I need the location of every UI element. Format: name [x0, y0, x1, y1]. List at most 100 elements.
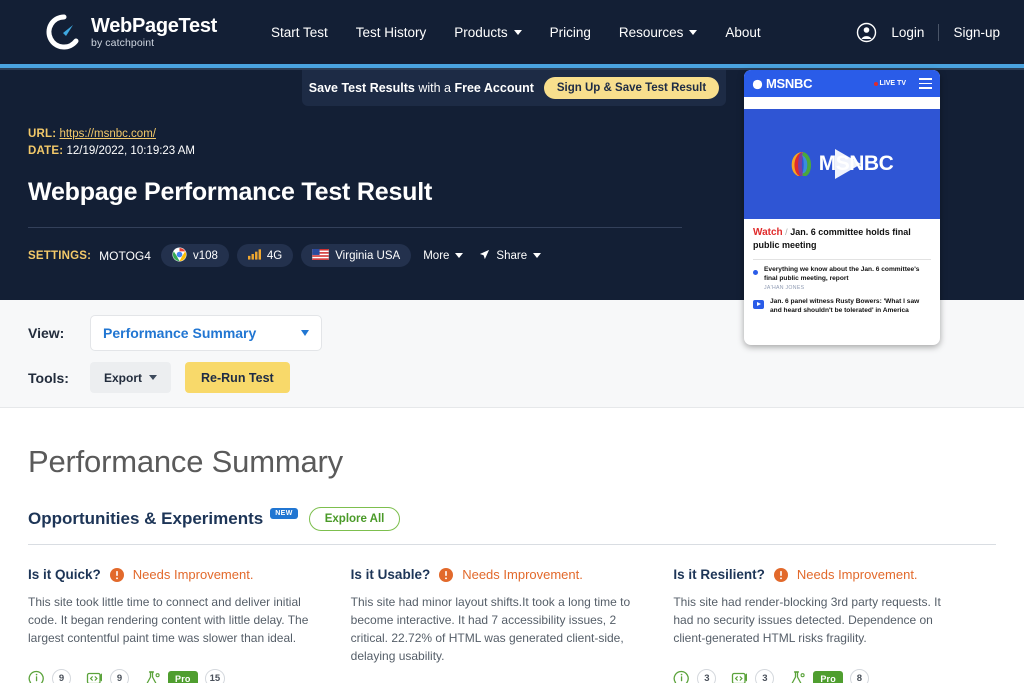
logo-title: WebPageTest [91, 14, 217, 37]
chevron-down-icon [149, 375, 158, 380]
chevron-down-icon [513, 29, 522, 35]
thumbnail-site-header: MSNBC LIVE TV [744, 70, 940, 97]
performance-summary-heading: Performance Summary [28, 444, 343, 479]
card-description: This site had render-blocking 3rd party … [673, 595, 941, 645]
media-count: 9 [110, 669, 129, 683]
new-badge: NEW [270, 507, 298, 519]
tools-label: Tools: [28, 369, 69, 386]
share-label: Share [496, 249, 528, 262]
card-metrics-row: 3 3 Pro 8 [673, 669, 958, 683]
experiments-count: 15 [204, 669, 226, 683]
nav-label: Pricing [549, 24, 591, 40]
info-icon[interactable] [673, 670, 690, 683]
code-media-icon[interactable] [86, 670, 103, 683]
settings-share-button[interactable]: Share [475, 244, 545, 267]
explore-all-button[interactable]: Explore All [308, 507, 401, 531]
list-item-title: Jan. 6 panel witness Rusty Bowers: 'What… [770, 298, 920, 314]
view-label: View: [28, 325, 65, 341]
info-count: 3 [697, 669, 717, 683]
chevron-down-icon [455, 253, 464, 258]
more-label: More [423, 249, 450, 262]
signup-link[interactable]: Sign-up [953, 25, 1000, 40]
location-label: Virginia USA [335, 249, 401, 262]
banner-bold-2: Free Account [454, 81, 534, 95]
nav-item-pricing[interactable]: Pricing [550, 25, 591, 40]
hamburger-menu-icon[interactable] [919, 78, 932, 89]
thumbnail-headline[interactable]: Watch / Jan. 6 committee holds final pub… [753, 226, 931, 251]
primary-nav-links: Start Test Test History Products Pricing… [271, 25, 761, 40]
banner-mid: with a [414, 81, 455, 95]
assessment-card-usable: Is it Usable? Needs Improvement. This si… [351, 567, 674, 683]
info-icon[interactable] [28, 670, 45, 683]
media-count: 3 [755, 669, 775, 683]
user-account-icon[interactable] [856, 22, 877, 43]
assessment-card-resilient: Is it Resilient? Needs Improvement. This… [673, 567, 996, 683]
video-icon [753, 300, 764, 310]
warning-icon [109, 567, 124, 582]
watch-label: Watch [753, 227, 783, 238]
card-metrics-row: 9 9 Pro 15 [28, 669, 313, 683]
nav-label: Start Test [271, 24, 328, 40]
list-item-title: Everything we know about the Jan. 6 comm… [764, 266, 920, 282]
bullet-icon [753, 270, 758, 275]
settings-browser-chip[interactable]: v108 [160, 244, 229, 267]
settings-device-value: MOTOG4 [99, 248, 151, 263]
url-label: URL: [28, 128, 57, 140]
thumbnail-divider [753, 259, 931, 260]
tested-url-link[interactable]: https://msnbc.com/ [59, 128, 156, 140]
settings-connection-chip[interactable]: 4G [236, 244, 294, 267]
save-results-banner: Save Test Results with a Free Account Si… [302, 70, 726, 106]
peacock-logo-icon [752, 78, 763, 90]
webpagetest-logo-icon [46, 14, 82, 50]
view-select-dropdown[interactable]: Performance Summary [90, 315, 322, 351]
nav-item-start-test[interactable]: Start Test [271, 25, 328, 40]
settings-location-chip[interactable]: Virginia USA [301, 244, 412, 267]
nav-label: Resources [618, 24, 684, 40]
card-status: Needs Improvement. [462, 567, 583, 582]
view-selected-value: Performance Summary [103, 325, 257, 341]
experiment-flask-icon[interactable] [789, 670, 806, 683]
nav-item-products[interactable]: Products [454, 24, 522, 40]
settings-label: SETTINGS: [28, 249, 92, 262]
info-count: 9 [52, 669, 71, 683]
export-label: Export [104, 370, 143, 385]
nav-label: About [725, 24, 761, 40]
main-content: Performance Summary Opportunities & Expe… [0, 408, 1024, 683]
code-media-icon[interactable] [731, 670, 748, 683]
play-button-icon[interactable] [835, 149, 861, 179]
card-title: Is it Usable? [350, 567, 431, 582]
thumbnail-hero-video[interactable]: MSNBC [744, 109, 940, 219]
hero-divider [28, 227, 682, 228]
live-indicator-dot [873, 81, 878, 86]
live-tv-text: LIVE TV [879, 80, 906, 87]
signup-save-button[interactable]: Sign Up & Save Test Result [543, 77, 720, 99]
list-item[interactable]: Everything we know about the Jan. 6 comm… [753, 266, 931, 291]
nav-label: Products [454, 24, 508, 40]
login-link[interactable]: Login [891, 25, 924, 40]
rerun-test-button[interactable]: Re-Run Test [185, 362, 290, 393]
page-screenshot-thumbnail[interactable]: MSNBC LIVE TV MSNBC Watch / Jan. 6 commi… [744, 70, 940, 345]
nav-label: Test History [355, 24, 427, 40]
msnbc-brand: MSNBC [752, 76, 812, 91]
card-title: Is it Resilient? [673, 567, 765, 582]
share-icon [479, 249, 490, 263]
experiments-count: 8 [849, 669, 869, 683]
opportunities-title: Opportunities & Experiments [28, 509, 264, 528]
nav-item-resources[interactable]: Resources [619, 25, 698, 40]
pro-badge: Pro [168, 670, 198, 683]
list-item[interactable]: Jan. 6 panel witness Rusty Bowers: 'What… [753, 298, 931, 315]
nav-item-about[interactable]: About [725, 25, 760, 40]
settings-more-button[interactable]: More [419, 244, 467, 267]
live-tv-label[interactable]: LIVE TV [873, 80, 906, 87]
site-logo[interactable]: WebPageTest by catchpoint [46, 14, 217, 50]
card-status: Needs Improvement. [796, 567, 918, 582]
nav-account-area: Login Sign-up [856, 22, 1000, 43]
top-navigation-bar: WebPageTest by catchpoint Start Test Tes… [0, 0, 1024, 64]
signal-bars-icon [247, 248, 261, 263]
assessment-card-quick: Is it Quick? Needs Improvement. This sit… [28, 567, 351, 683]
card-status: Needs Improvement. [132, 567, 254, 582]
export-button[interactable]: Export [90, 362, 172, 393]
experiment-flask-icon[interactable] [144, 670, 161, 683]
nav-item-test-history[interactable]: Test History [356, 25, 427, 40]
result-hero-section: Save Test Results with a Free Account Si… [0, 70, 1024, 345]
